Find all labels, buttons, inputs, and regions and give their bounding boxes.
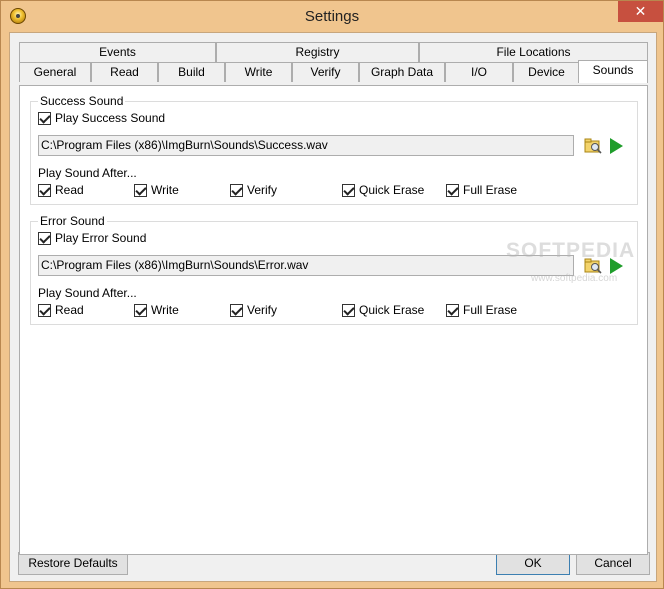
- success-full-erase-label: Full Erase: [463, 183, 518, 197]
- checkbox-checked-icon[interactable]: [230, 183, 243, 197]
- error-full-erase-label: Full Erase: [463, 303, 518, 317]
- tab-general[interactable]: General: [19, 62, 91, 82]
- play-success-sound-icon[interactable]: [610, 138, 623, 154]
- error-write-label: Write: [151, 303, 179, 317]
- error-quick-erase-label: Quick Erase: [359, 303, 425, 317]
- close-button[interactable]: ✕: [618, 1, 663, 22]
- ok-button[interactable]: OK: [496, 552, 570, 575]
- tab-build[interactable]: Build: [158, 62, 225, 82]
- tab-device[interactable]: Device: [513, 62, 580, 82]
- cancel-button[interactable]: Cancel: [576, 552, 650, 575]
- checkbox-checked-icon[interactable]: [38, 231, 51, 245]
- browse-folder-icon[interactable]: [584, 137, 602, 155]
- success-play-after-label: Play Sound After...: [38, 166, 137, 180]
- checkbox-checked-icon[interactable]: [342, 303, 355, 317]
- success-sound-group: Success Sound Play Success Sound C:\Prog…: [30, 94, 638, 205]
- tab-sounds[interactable]: Sounds: [578, 60, 648, 83]
- checkbox-checked-icon[interactable]: [134, 183, 147, 197]
- tab-verify[interactable]: Verify: [292, 62, 359, 82]
- success-quick-erase-checkbox[interactable]: Quick Erase: [342, 183, 424, 197]
- error-read-checkbox[interactable]: Read: [38, 303, 84, 317]
- success-sound-path-field[interactable]: C:\Program Files (x86)\ImgBurn\Sounds\Su…: [38, 135, 574, 156]
- success-write-checkbox[interactable]: Write: [134, 183, 179, 197]
- softpedia-watermark-url: www.softpedia.com: [531, 273, 618, 284]
- success-verify-checkbox[interactable]: Verify: [230, 183, 277, 197]
- checkbox-checked-icon[interactable]: [134, 303, 147, 317]
- tab-read[interactable]: Read: [91, 62, 158, 82]
- success-read-label: Read: [55, 183, 84, 197]
- play-error-sound-checkbox[interactable]: Play Error Sound: [38, 231, 146, 245]
- success-group-label: Success Sound: [38, 94, 126, 108]
- settings-window: Settings ✕ Events Registry File Location…: [0, 0, 664, 589]
- play-success-sound-label: Play Success Sound: [55, 111, 166, 125]
- title-bar[interactable]: Settings ✕: [1, 1, 663, 32]
- tab-io[interactable]: I/O: [445, 62, 513, 82]
- play-success-sound-checkbox[interactable]: Play Success Sound: [38, 111, 165, 125]
- checkbox-checked-icon[interactable]: [38, 303, 51, 317]
- success-read-checkbox[interactable]: Read: [38, 183, 84, 197]
- error-verify-checkbox[interactable]: Verify: [230, 303, 277, 317]
- checkbox-checked-icon[interactable]: [230, 303, 243, 317]
- error-quick-erase-checkbox[interactable]: Quick Erase: [342, 303, 424, 317]
- checkbox-checked-icon[interactable]: [38, 111, 51, 125]
- softpedia-watermark: SOFTPEDIA: [506, 239, 636, 262]
- tab-file-locations[interactable]: File Locations: [419, 42, 648, 62]
- error-full-erase-checkbox[interactable]: Full Erase: [446, 303, 517, 317]
- checkbox-checked-icon[interactable]: [446, 303, 459, 317]
- checkbox-checked-icon[interactable]: [446, 183, 459, 197]
- sounds-tab-panel: Success Sound Play Success Sound C:\Prog…: [19, 85, 648, 555]
- error-write-checkbox[interactable]: Write: [134, 303, 179, 317]
- success-write-label: Write: [151, 183, 179, 197]
- dialog-client-area: Events Registry File Locations General R…: [9, 32, 657, 582]
- success-quick-erase-label: Quick Erase: [359, 183, 425, 197]
- error-group-label: Error Sound: [38, 214, 107, 228]
- tab-events[interactable]: Events: [19, 42, 216, 62]
- tab-write[interactable]: Write: [225, 62, 292, 82]
- window-title: Settings: [304, 8, 360, 25]
- play-error-sound-label: Play Error Sound: [55, 231, 147, 245]
- error-sound-path-field[interactable]: C:\Program Files (x86)\ImgBurn\Sounds\Er…: [38, 255, 574, 276]
- restore-defaults-button[interactable]: Restore Defaults: [18, 552, 128, 575]
- tab-graph-data[interactable]: Graph Data: [359, 62, 445, 82]
- success-verify-label: Verify: [247, 183, 278, 197]
- success-full-erase-checkbox[interactable]: Full Erase: [446, 183, 517, 197]
- error-read-label: Read: [55, 303, 84, 317]
- tab-registry[interactable]: Registry: [216, 42, 419, 62]
- checkbox-checked-icon[interactable]: [342, 183, 355, 197]
- error-play-after-label: Play Sound After...: [38, 286, 137, 300]
- checkbox-checked-icon[interactable]: [38, 183, 51, 197]
- error-verify-label: Verify: [247, 303, 278, 317]
